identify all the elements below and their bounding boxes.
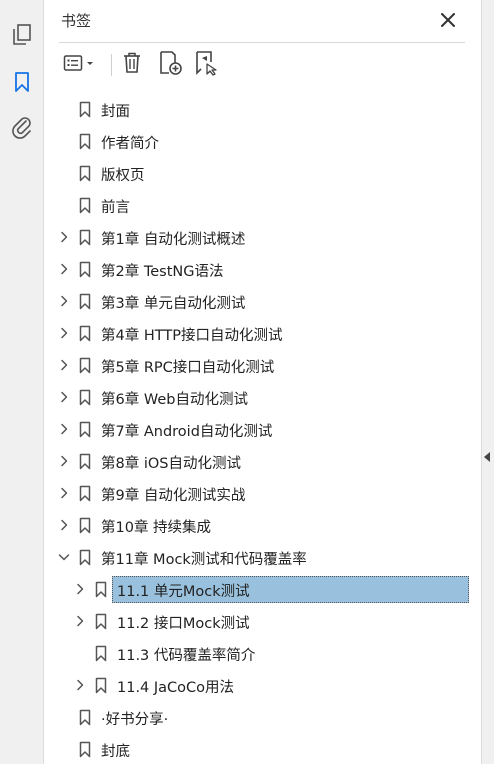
bookmark-item[interactable]: 第10章 持续集成 — [45, 510, 481, 540]
bookmark-icon — [78, 356, 92, 374]
toolbar-divider — [111, 54, 112, 76]
bookmark-icon — [78, 260, 92, 278]
bookmark-item[interactable]: 第9章 自动化测试实战 — [45, 478, 481, 508]
bookmark-icon — [78, 388, 92, 406]
bookmark-icon — [78, 324, 92, 342]
chevron-right-icon[interactable] — [57, 326, 71, 340]
bookmark-icon — [78, 740, 92, 758]
chevron-right-icon[interactable] — [73, 678, 87, 692]
bookmark-label: 第10章 持续集成 — [101, 520, 212, 536]
bookmark-icon — [78, 516, 92, 534]
collapse-arrow-icon[interactable] — [484, 452, 490, 462]
bookmark-label: 第9章 自动化测试实战 — [101, 488, 246, 504]
bookmark-label: 第7章 Android自动化测试 — [101, 424, 273, 440]
bookmark-label: 11.4 JaCoCo用法 — [117, 680, 235, 696]
bookmark-icon — [94, 612, 108, 630]
header-divider — [59, 42, 465, 43]
bookmark-item[interactable]: 第7章 Android自动化测试 — [45, 414, 481, 444]
bookmark-label: 11.3 代码覆盖率简介 — [117, 648, 256, 664]
bookmark-item[interactable]: 第6章 Web自动化测试 — [45, 382, 481, 412]
bookmark-label: 封面 — [101, 104, 130, 120]
chevron-right-icon[interactable] — [57, 454, 71, 468]
bookmark-icon — [78, 292, 92, 310]
bookmark-icon — [78, 100, 92, 118]
delete-bookmark-button[interactable] — [119, 50, 145, 80]
chevron-right-icon[interactable] — [57, 230, 71, 244]
bookmark-item[interactable]: 11.4 JaCoCo用法 — [45, 670, 481, 700]
bookmark-icon — [78, 484, 92, 502]
bookmark-icon — [78, 228, 92, 246]
chevron-right-icon[interactable] — [73, 582, 87, 596]
chevron-down-icon[interactable] — [57, 550, 71, 564]
find-bookmark-button[interactable] — [191, 50, 221, 80]
bookmark-label: 作者简介 — [101, 136, 159, 152]
chevron-right-icon[interactable] — [57, 358, 71, 372]
attachment-icon[interactable] — [8, 113, 36, 141]
chevron-right-icon[interactable] — [73, 614, 87, 628]
chevron-right-icon[interactable] — [57, 294, 71, 308]
bookmark-item[interactable]: 作者简介 — [45, 126, 481, 156]
page-thumbnails-icon[interactable] — [8, 21, 36, 49]
bookmark-label: 第6章 Web自动化测试 — [101, 392, 248, 408]
side-rail — [0, 0, 44, 764]
bookmark-item[interactable]: ·好书分享· — [45, 702, 481, 732]
panel-collapse-strip[interactable] — [481, 0, 494, 764]
bookmark-label: 第1章 自动化测试概述 — [101, 232, 246, 248]
bookmark-item[interactable]: 11.3 代码覆盖率简介 — [45, 638, 481, 668]
find-bookmark-icon — [193, 50, 219, 80]
bookmark-icon — [94, 676, 108, 694]
close-icon[interactable] — [437, 9, 459, 31]
bookmark-label: 第8章 iOS自动化测试 — [101, 456, 241, 472]
bookmark-label: ·好书分享· — [101, 712, 169, 728]
chevron-right-icon[interactable] — [57, 390, 71, 404]
bookmark-item[interactable]: 第2章 TestNG语法 — [45, 254, 481, 284]
chevron-right-icon[interactable] — [57, 422, 71, 436]
bookmark-icon — [78, 164, 92, 182]
trash-icon — [121, 51, 143, 79]
bookmark-item[interactable]: 前言 — [45, 190, 481, 220]
bookmark-label: 封底 — [101, 744, 130, 760]
bookmark-icon — [78, 196, 92, 214]
bookmark-label: 第3章 单元自动化测试 — [101, 296, 246, 312]
bookmark-label: 第5章 RPC接口自动化测试 — [101, 360, 275, 376]
chevron-right-icon[interactable] — [57, 518, 71, 532]
bookmark-label: 第2章 TestNG语法 — [101, 264, 224, 280]
bookmark-icon — [94, 580, 108, 598]
bookmark-label: 版权页 — [101, 168, 145, 184]
bookmark-icon — [78, 452, 92, 470]
bookmark-icon — [78, 420, 92, 438]
bookmarks-panel: 书签 封面 作者简介 版权页 前言 第1章 自动化测试概述 第2章 TestNG… — [45, 0, 481, 764]
options-list-icon — [63, 53, 95, 77]
bookmark-icon — [94, 644, 108, 662]
bookmark-item[interactable]: 版权页 — [45, 158, 481, 188]
bookmark-item[interactable]: 11.2 接口Mock测试 — [45, 606, 481, 636]
bookmark-item[interactable]: 第11章 Mock测试和代码覆盖率 — [45, 542, 481, 572]
new-bookmark-button[interactable] — [155, 50, 185, 80]
bookmark-icon — [78, 132, 92, 150]
bookmark-item[interactable]: 第8章 iOS自动化测试 — [45, 446, 481, 476]
bookmarks-toolbar — [59, 48, 465, 82]
bookmark-item[interactable]: 第5章 RPC接口自动化测试 — [45, 350, 481, 380]
bookmark-item[interactable]: 封面 — [45, 94, 481, 124]
new-bookmark-icon — [157, 50, 183, 80]
bookmark-item[interactable]: 第3章 单元自动化测试 — [45, 286, 481, 316]
chevron-right-icon[interactable] — [57, 486, 71, 500]
chevron-right-icon[interactable] — [57, 262, 71, 276]
bookmark-icon — [78, 708, 92, 726]
options-menu-button[interactable] — [59, 50, 99, 80]
bookmark-icon[interactable] — [8, 68, 36, 96]
bookmark-label: 11.2 接口Mock测试 — [117, 616, 250, 632]
bookmark-label: 前言 — [101, 200, 130, 216]
bookmark-label: 第4章 HTTP接口自动化测试 — [101, 328, 283, 344]
bookmark-item[interactable]: 11.1 单元Mock测试 — [45, 574, 481, 604]
panel-title: 书签 — [61, 12, 92, 30]
bookmark-label: 11.1 单元Mock测试 — [117, 584, 250, 600]
bookmark-item[interactable]: 第4章 HTTP接口自动化测试 — [45, 318, 481, 348]
bookmark-item[interactable]: 第1章 自动化测试概述 — [45, 222, 481, 252]
bookmark-icon — [78, 548, 92, 566]
bookmark-label: 第11章 Mock测试和代码覆盖率 — [101, 552, 307, 568]
bookmark-item[interactable]: 封底 — [45, 734, 481, 764]
